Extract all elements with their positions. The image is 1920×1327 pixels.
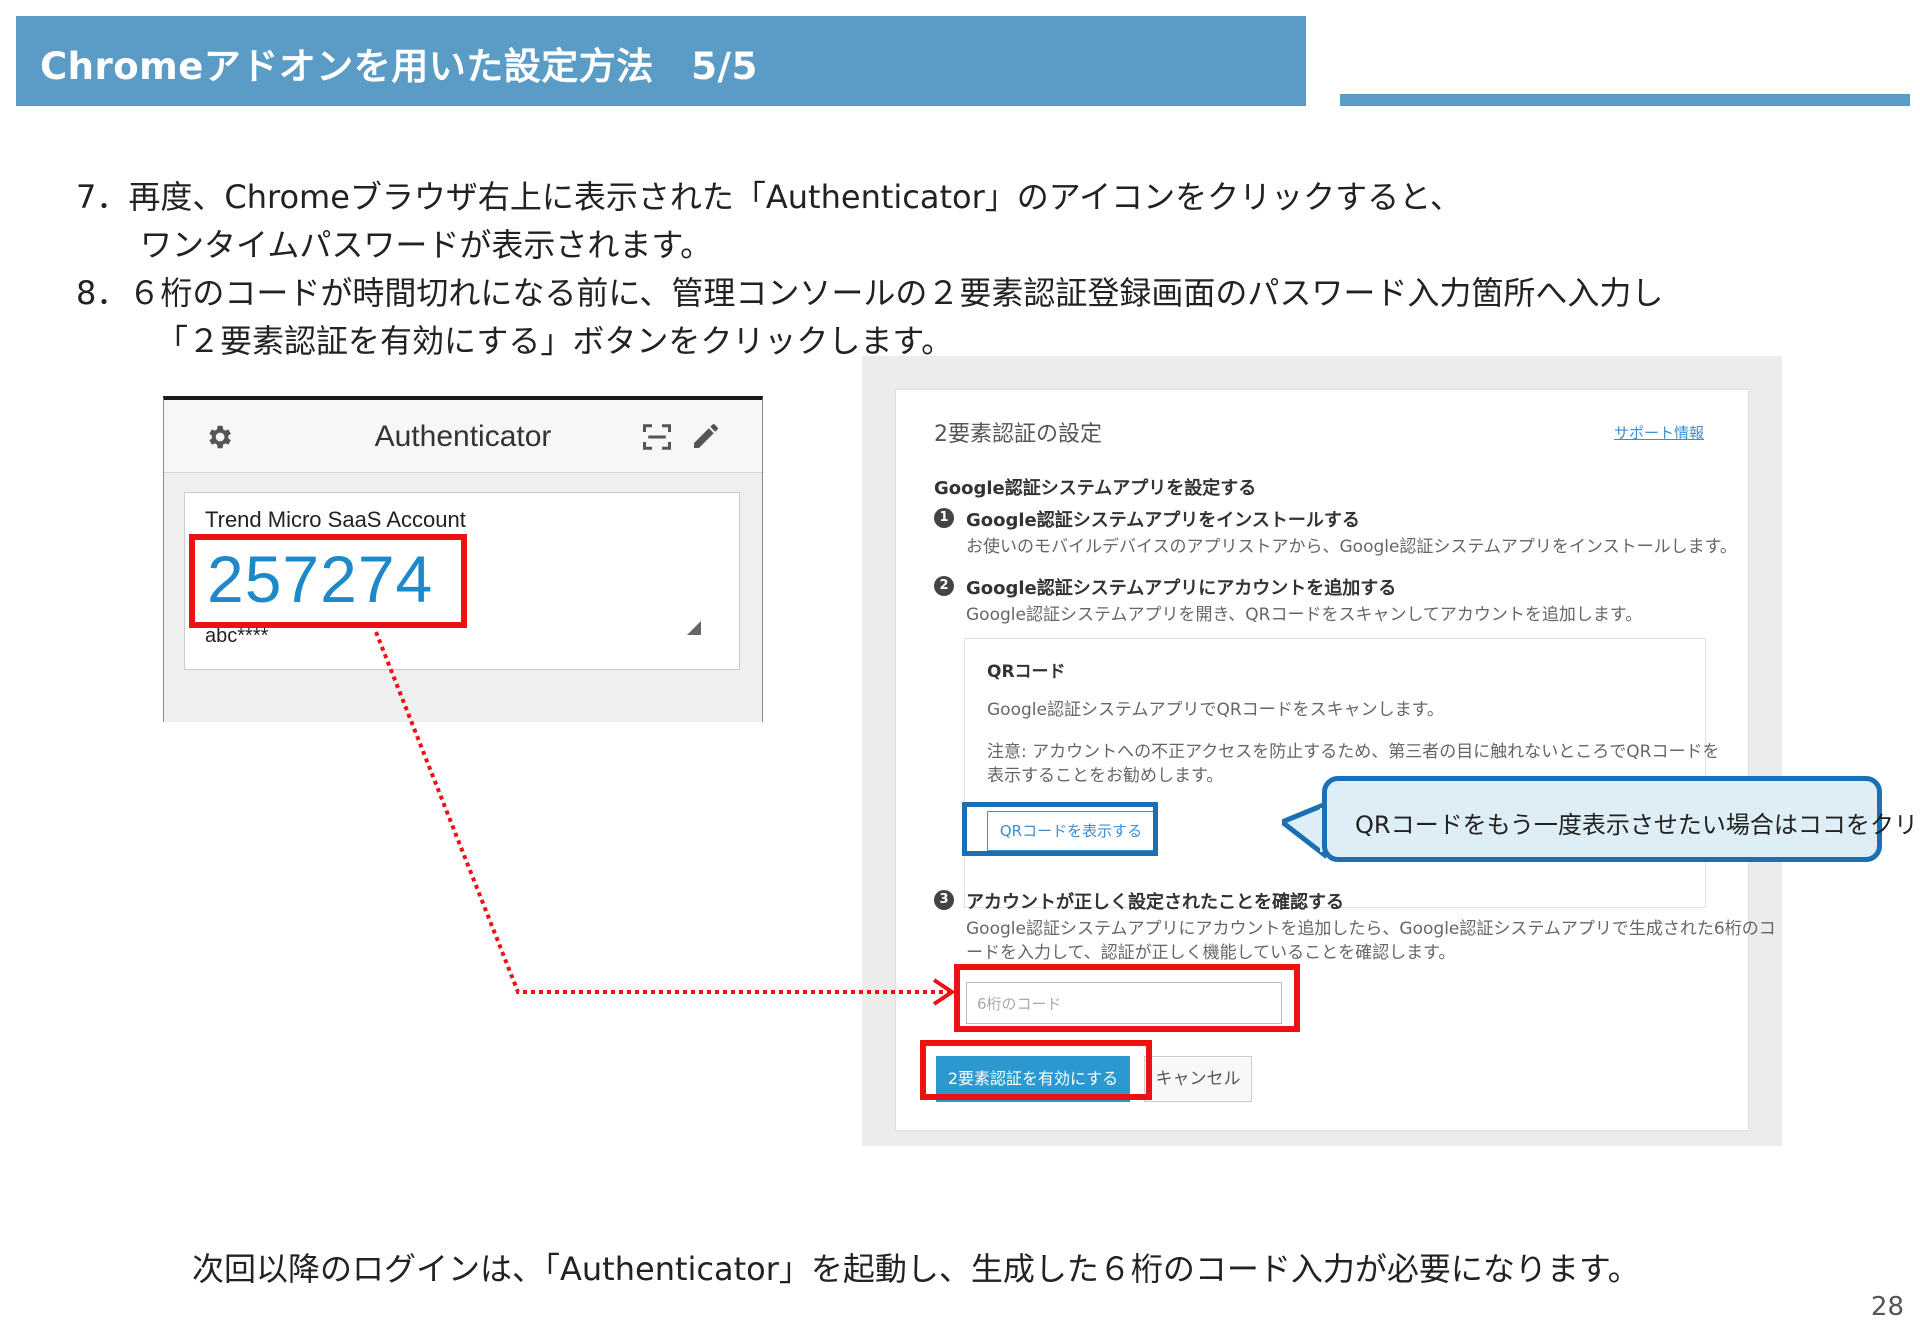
page-number: 28 <box>1870 1292 1904 1322</box>
title-underline <box>1340 94 1910 106</box>
authenticator-header: Authenticator <box>164 400 762 473</box>
callout-tail <box>1282 801 1326 859</box>
qr-code-section: QRコード Google認証システムアプリでQRコードをスキャンします。 注意:… <box>964 638 1719 908</box>
cancel-button[interactable]: キャンセル <box>1144 1056 1252 1102</box>
support-info-link[interactable]: サポート情報 <box>1614 422 1704 443</box>
qr-desc: Google認証システムアプリでQRコードをスキャンします。 <box>987 700 1444 720</box>
step-2-title: Google認証システムアプリにアカウントを追加する <box>966 578 1397 599</box>
section-title: Google認証システムアプリを設定する <box>934 478 1257 499</box>
footer-note: 次回以降のログインは、「Authenticator」を起動し、生成した６桁のコー… <box>192 1250 1640 1288</box>
pencil-icon[interactable] <box>690 420 722 452</box>
step-3-title: アカウントが正しく設定されたことを確認する <box>966 892 1344 913</box>
step-2-desc: Google認証システムアプリを開き、QRコードをスキャンしてアカウントを追加し… <box>966 605 1643 625</box>
instruction-8-line2: 「２要素認証を有効にする」ボタンをクリックします。 <box>156 322 954 360</box>
page-title: Chromeアドオンを用いた設定方法 5/5 <box>40 45 758 88</box>
panel-heading: 2要素認証の設定 <box>934 422 1102 447</box>
step-1-badge: 1 <box>934 508 954 528</box>
code-input-highlight <box>954 964 1300 1032</box>
authenticator-title: Authenticator <box>374 420 552 453</box>
enable-button-highlight <box>920 1040 1152 1100</box>
step-3-badge: 3 <box>934 890 954 910</box>
instruction-7-line1: 7．再度、Chromeブラウザ右上に表示された「Authenticator」のア… <box>76 178 1462 216</box>
scan-qr-icon[interactable] <box>642 422 672 452</box>
timer-corner-icon <box>687 621 701 635</box>
otp-code-highlight <box>189 534 467 628</box>
step-3-desc-line1: Google認証システムアプリにアカウントを追加したら、Google認証システム… <box>966 919 1776 939</box>
step-3-desc-line2: ードを入力して、認証が正しく機能していることを確認します。 <box>966 943 1456 963</box>
step-1-title: Google認証システムアプリをインストールする <box>966 510 1360 531</box>
qr-title: QRコード <box>987 662 1066 682</box>
qr-note-line2: 表示することをお勧めします。 <box>987 766 1224 786</box>
step-1-desc: お使いのモバイルデバイスのアプリストアから、Google認証システムアプリをイン… <box>966 537 1737 557</box>
callout-text: QRコードをもう一度表示させたい場合はココをクリック <box>1355 811 1920 839</box>
instruction-8-line1: 8．６桁のコードが時間切れになる前に、管理コンソールの２要素認証登録画面のパスワ… <box>76 274 1664 312</box>
qr-callout: QRコードをもう一度表示させたい場合はココをクリック <box>1322 776 1920 862</box>
show-qr-highlight <box>962 802 1158 856</box>
qr-note-line1: 注意: アカウントへの不正アクセスを防止するため、第三者の目に触れないところでQ… <box>987 742 1720 762</box>
instruction-7-line2: ワンタイムパスワードが表示されます。 <box>140 226 713 264</box>
step-2-badge: 2 <box>934 576 954 596</box>
account-user: abc**** <box>205 625 269 647</box>
account-issuer: Trend Micro SaaS Account <box>205 507 466 532</box>
